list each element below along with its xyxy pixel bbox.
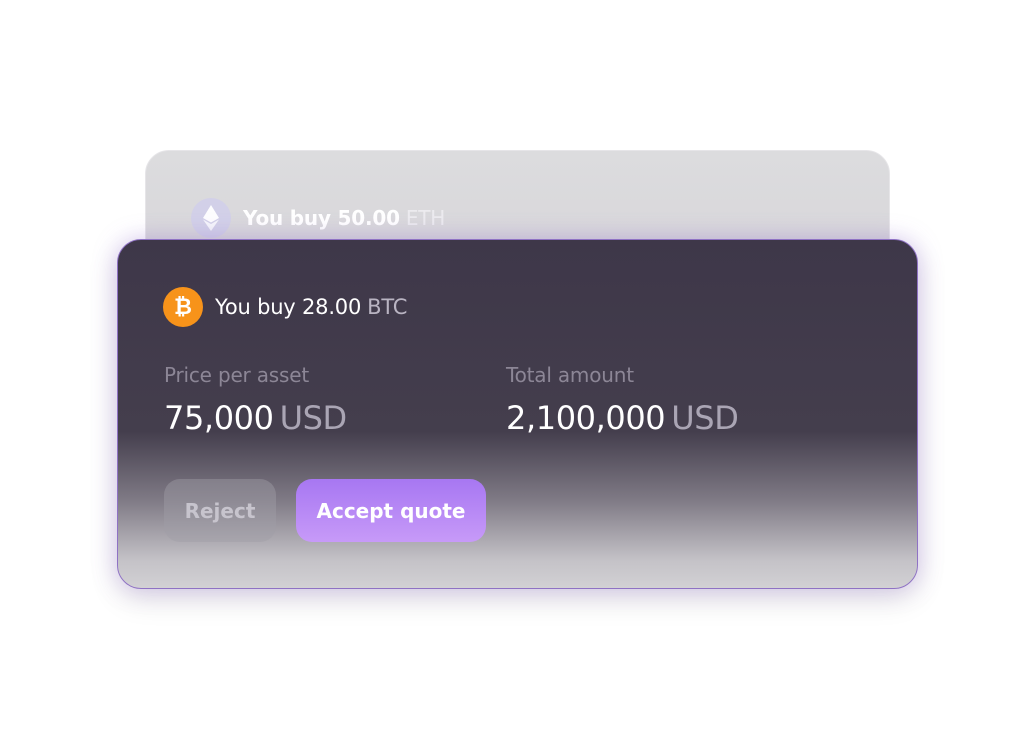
- btc-asset-row: ₿ You buy 28.00 BTC: [163, 287, 407, 327]
- btc-quote-amount: You buy 28.00: [215, 295, 362, 319]
- total-value: 2,100,000: [506, 399, 666, 437]
- accept-quote-button[interactable]: Accept quote: [296, 479, 486, 542]
- btc-quote-unit: BTC: [367, 295, 408, 319]
- eth-quote-unit: ETH: [405, 206, 446, 230]
- total-amount-value: 2,100,000 USD: [506, 399, 739, 437]
- total-unit: USD: [671, 399, 739, 437]
- eth-quote-amount: You buy 50.00: [243, 206, 400, 230]
- price-per-asset: Price per asset 75,000 USD: [164, 363, 347, 437]
- btc-quote-card: ₿ You buy 28.00 BTC Price per asset 75,00…: [117, 239, 918, 589]
- price-per-asset-value: 75,000 USD: [164, 399, 347, 437]
- ethereum-icon: [191, 198, 231, 238]
- reject-button[interactable]: Reject: [164, 479, 276, 542]
- total-amount: Total amount 2,100,000 USD: [506, 363, 739, 437]
- bitcoin-icon: ₿: [163, 287, 203, 327]
- btc-quote-title: You buy 28.00 BTC: [215, 295, 407, 319]
- eth-asset-row: You buy 50.00 ETH: [191, 198, 445, 238]
- price-per-asset-label: Price per asset: [164, 363, 309, 387]
- price-value: 75,000: [164, 399, 274, 437]
- total-amount-label: Total amount: [506, 363, 634, 387]
- eth-quote-title: You buy 50.00 ETH: [243, 206, 445, 230]
- price-unit: USD: [279, 399, 348, 437]
- quote-stage: You buy 50.00 ETH ₿ You buy 28.00 BTC Pric…: [0, 0, 1029, 753]
